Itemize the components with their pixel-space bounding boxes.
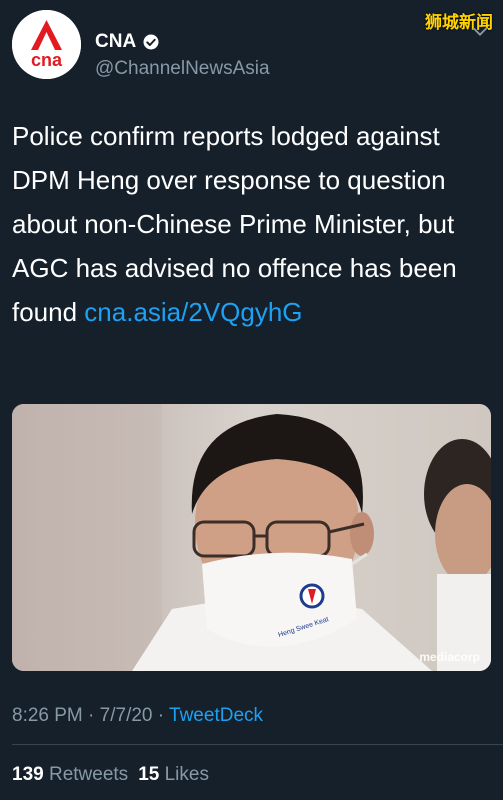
divider — [12, 744, 503, 745]
tweet-meta: 8:26 PM · 7/7/20 · TweetDeck — [12, 705, 263, 727]
photo-credit: mediacorp — [419, 650, 480, 664]
tweet-link[interactable]: cna.asia/2VQgyhG — [84, 297, 302, 327]
tweet-text: Police confirm reports lodged against DP… — [12, 114, 482, 334]
tweet-time[interactable]: 8:26 PM — [12, 705, 83, 726]
tweet-date[interactable]: 7/7/20 — [100, 705, 153, 726]
retweets-count: 139 — [12, 764, 44, 785]
likes-stat[interactable]: 15 Likes — [138, 764, 209, 785]
name-row: CNA — [95, 31, 160, 53]
avatar-logo-text: cna — [31, 50, 63, 70]
cna-logo-icon: cna — [12, 10, 81, 79]
display-name[interactable]: CNA — [95, 31, 136, 53]
account-handle[interactable]: @ChannelNewsAsia — [95, 58, 270, 80]
meta-separator: · — [82, 705, 100, 726]
avatar[interactable]: cna — [12, 10, 81, 79]
retweets-label: Retweets — [48, 764, 129, 785]
photo-illustration: Heng Swee Keat mediacorp — [12, 404, 491, 671]
retweets-stat[interactable]: 139 Retweets — [12, 764, 128, 785]
tweet-source-link[interactable]: TweetDeck — [169, 705, 263, 726]
tweet-media-photo[interactable]: Heng Swee Keat mediacorp — [12, 404, 491, 671]
tweet-stats: 139 Retweets 15 Likes — [12, 764, 209, 786]
chevron-down-icon[interactable] — [469, 20, 491, 42]
verified-badge-icon — [143, 34, 159, 50]
likes-label: Likes — [164, 764, 209, 785]
likes-count: 15 — [138, 764, 160, 785]
meta-separator-2: · — [152, 705, 170, 726]
